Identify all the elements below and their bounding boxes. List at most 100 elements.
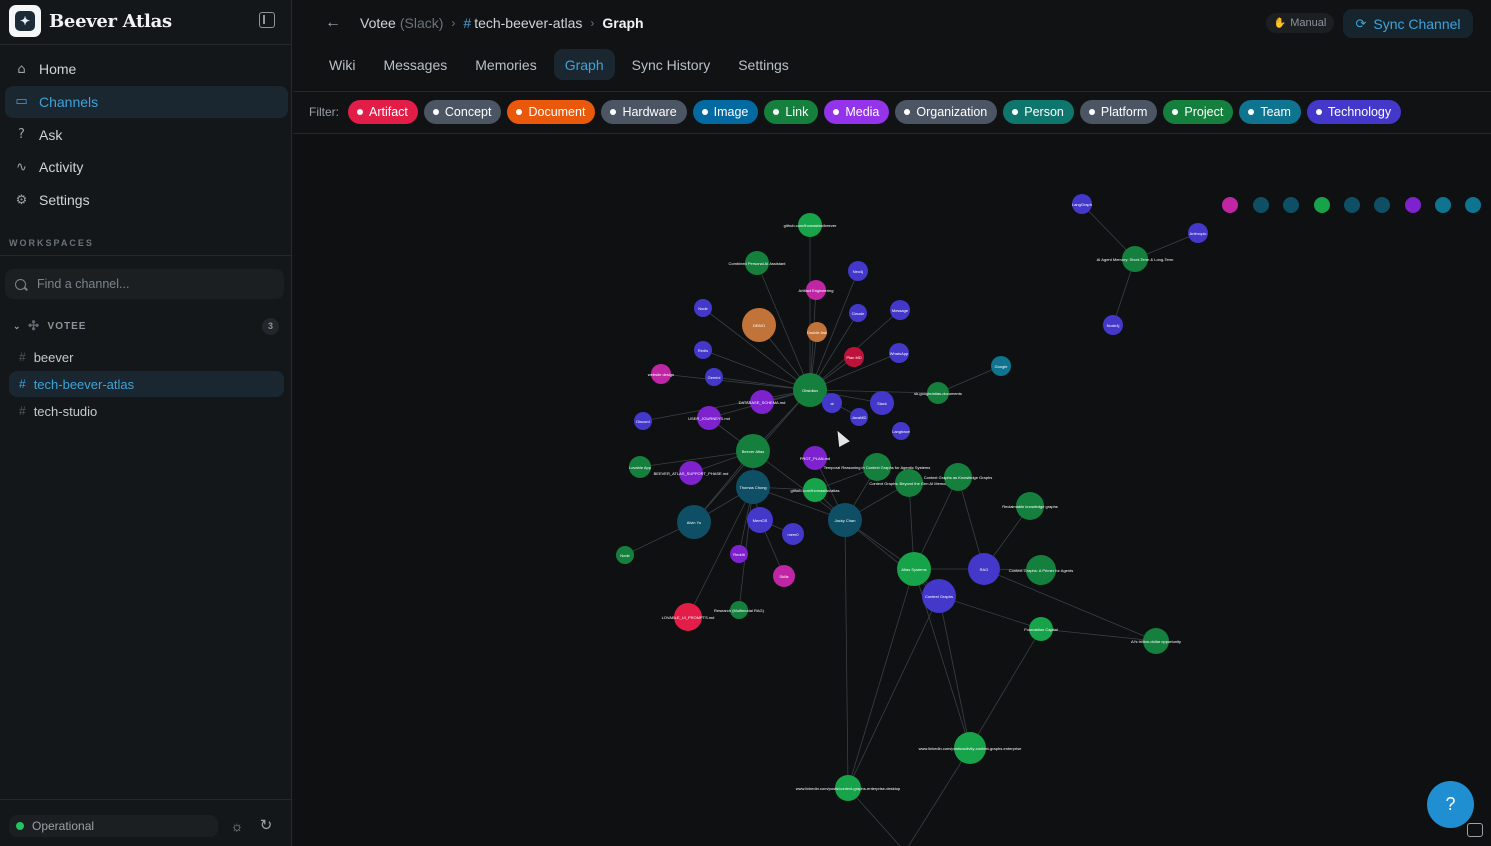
graph-node[interactable]: Research (Multimodal RAG) bbox=[714, 601, 765, 619]
channel-item-tech-beever-atlas[interactable]: # tech-beever-atlas bbox=[9, 371, 284, 397]
nav-item-ask[interactable]: ? Ask bbox=[5, 119, 288, 151]
breadcrumb-workspace[interactable]: Votee bbox=[360, 15, 396, 31]
graph-node[interactable]: Reclaimable knowledge graphs bbox=[1002, 492, 1058, 520]
graph-node[interactable]: github.com/thomasfan/beever bbox=[784, 213, 837, 237]
graph-node[interactable]: Combined Personal AI Assistant bbox=[729, 251, 787, 275]
graph-node[interactable]: Neo4j bbox=[848, 261, 868, 281]
graph-node[interactable]: Alvin Yu bbox=[677, 505, 711, 539]
tab-sync-history[interactable]: Sync History bbox=[621, 49, 722, 80]
graph-node[interactable]: Context Graphs bbox=[922, 579, 956, 613]
filter-chip-team[interactable]: Team bbox=[1239, 100, 1301, 124]
graph-node[interactable]: Anthropic bbox=[1188, 223, 1208, 243]
knowledge-graph-canvas[interactable]: github.com/thomasfan/beever Combined Pers… bbox=[293, 135, 1491, 846]
graph-node[interactable]: Node bbox=[694, 299, 712, 317]
refresh-icon[interactable]: ↻ bbox=[258, 818, 274, 834]
tab-memories[interactable]: Memories bbox=[464, 49, 547, 80]
graph-node[interactable]: Reddit bbox=[730, 545, 748, 563]
tab-graph[interactable]: Graph bbox=[553, 49, 615, 80]
graph-node[interactable]: website design bbox=[648, 364, 674, 384]
tab-settings[interactable]: Settings bbox=[727, 49, 800, 80]
back-arrow-icon[interactable]: ← bbox=[325, 14, 341, 32]
graph-node-circle[interactable] bbox=[1314, 197, 1330, 213]
breadcrumb-channel[interactable]: tech-beever-atlas bbox=[474, 15, 582, 31]
sync-channel-button[interactable]: ⟳ Sync Channel bbox=[1343, 9, 1473, 38]
graph-node[interactable]: DEMO bbox=[742, 308, 776, 342]
graph-node[interactable]: Context Graphs as Knowledge Graphs bbox=[924, 463, 992, 491]
graph-node-circle[interactable] bbox=[1222, 197, 1238, 213]
graph-node[interactable]: Node bbox=[616, 546, 634, 564]
filter-chip-project[interactable]: Project bbox=[1163, 100, 1234, 124]
graph-node[interactable]: JavaMD bbox=[850, 408, 868, 426]
graph-node[interactable]: Context Graphs: A Primer for Agents bbox=[1009, 555, 1073, 585]
graph-node[interactable]: ai bbox=[822, 393, 842, 413]
graph-node[interactable]: mem0 bbox=[782, 523, 804, 545]
brand[interactable]: ✦ Beever Atlas bbox=[9, 5, 172, 37]
graph-node[interactable]: Skills bbox=[773, 565, 795, 587]
channel-item-beever[interactable]: # beever bbox=[9, 344, 284, 370]
graph-node[interactable]: Langtrace bbox=[892, 422, 911, 440]
graph-node[interactable]: Message bbox=[890, 300, 910, 320]
filter-chip-concept[interactable]: Concept bbox=[423, 100, 502, 124]
filter-chip-technology[interactable]: Technology bbox=[1306, 100, 1402, 124]
graph-svg[interactable]: github.com/thomasfan/beever Combined Pers… bbox=[293, 135, 1491, 846]
graph-node[interactable]: DATABASE_SCHEMA.md bbox=[739, 390, 786, 414]
graph-node[interactable]: BEEVER_ATLAS_SUPPORT_PHASE.md bbox=[654, 461, 729, 485]
graph-node[interactable]: LOVABLE_UI_PROMPTS.md bbox=[662, 603, 715, 631]
graph-node[interactable]: Jacky Chan bbox=[828, 503, 862, 537]
workspace-header[interactable]: ⌄ ✣ VOTEE 3 bbox=[13, 317, 279, 335]
nav-item-home[interactable]: ⌂ Home bbox=[5, 53, 288, 85]
graph-node[interactable]: Claude bbox=[849, 304, 867, 322]
graph-node-circle[interactable] bbox=[1374, 197, 1390, 213]
nav-item-channels[interactable]: ▭ Channels bbox=[5, 85, 288, 118]
filter-chip-media[interactable]: Media bbox=[824, 100, 890, 124]
graph-node-circle[interactable] bbox=[1465, 197, 1481, 213]
filter-chip-image[interactable]: Image bbox=[692, 100, 759, 124]
nav-item-settings[interactable]: ⚙ Settings bbox=[5, 184, 288, 216]
graph-node-circle[interactable] bbox=[1344, 197, 1360, 213]
collapse-sidebar-icon[interactable] bbox=[259, 12, 275, 28]
graph-node[interactable]: github.com/thomasfan/atlas bbox=[791, 478, 840, 502]
graph-node[interactable]: Discord bbox=[634, 412, 652, 430]
graph-node[interactable]: WhatsApp bbox=[889, 343, 909, 363]
manual-sync-badge[interactable]: ✋ Manual bbox=[1266, 13, 1334, 33]
graph-node-circle[interactable] bbox=[1405, 197, 1421, 213]
graph-node[interactable]: www.linkedin.com/posts/context-graphs-en… bbox=[796, 775, 901, 801]
graph-node[interactable]: Obsidian bbox=[793, 373, 827, 407]
graph-node[interactable]: USER_JOURNEYS.md bbox=[688, 406, 730, 430]
nav-item-activity[interactable]: ∿ Activity bbox=[5, 151, 288, 183]
graph-node-circle[interactable] bbox=[1253, 197, 1269, 213]
graph-node[interactable]: Double Ask bbox=[807, 322, 827, 342]
graph-node[interactable]: AI Agent Memory: Short-Term & Long-Term bbox=[1097, 246, 1174, 272]
graph-node[interactable]: Lovable App bbox=[629, 456, 652, 478]
channel-search-input[interactable]: Find a channel... bbox=[5, 269, 284, 299]
graph-node[interactable]: Atlas Systems bbox=[897, 552, 931, 586]
graph-node[interactable]: RAG bbox=[968, 553, 1000, 585]
graph-node[interactable]: MemOS bbox=[747, 507, 773, 533]
graph-node[interactable]: Redis bbox=[694, 341, 712, 359]
filter-chip-person[interactable]: Person bbox=[1003, 100, 1074, 124]
graph-node[interactable]: www.linkedin.com/posts/activity-context-… bbox=[919, 732, 1022, 764]
graph-node[interactable]: Thomas Chong bbox=[736, 470, 770, 504]
graph-node[interactable]: sk-google/atlas-documents bbox=[914, 382, 962, 404]
filter-chip-artifact[interactable]: Artifact bbox=[348, 100, 418, 124]
graph-node-circle[interactable] bbox=[1283, 197, 1299, 213]
graph-node[interactable]: Foundation Capital bbox=[1024, 617, 1058, 641]
filter-chip-organization[interactable]: Organization bbox=[895, 100, 998, 124]
tab-wiki[interactable]: Wiki bbox=[318, 49, 366, 80]
graph-node-circle[interactable] bbox=[1435, 197, 1451, 213]
graph-node[interactable]: Google bbox=[991, 356, 1011, 376]
graph-node[interactable]: LangGraph bbox=[1072, 194, 1092, 214]
tab-messages[interactable]: Messages bbox=[372, 49, 458, 80]
screenshot-icon[interactable] bbox=[1467, 823, 1483, 837]
graph-node[interactable]: Beever Atlas bbox=[736, 434, 770, 468]
filter-chip-document[interactable]: Document bbox=[507, 100, 596, 124]
filter-chip-platform[interactable]: Platform bbox=[1079, 100, 1158, 124]
theme-toggle-sun-icon[interactable]: ☼ bbox=[229, 818, 245, 834]
graph-node[interactable]: Node4j bbox=[1103, 315, 1123, 335]
graph-node[interactable]: Gemini bbox=[705, 368, 723, 386]
filter-chip-link[interactable]: Link bbox=[764, 100, 819, 124]
graph-node[interactable]: Plan MD bbox=[844, 347, 864, 367]
help-chat-button[interactable]: ? bbox=[1427, 781, 1474, 828]
graph-node[interactable]: AI's trillion-dollar opportunity bbox=[1131, 628, 1181, 654]
filter-chip-hardware[interactable]: Hardware bbox=[601, 100, 687, 124]
